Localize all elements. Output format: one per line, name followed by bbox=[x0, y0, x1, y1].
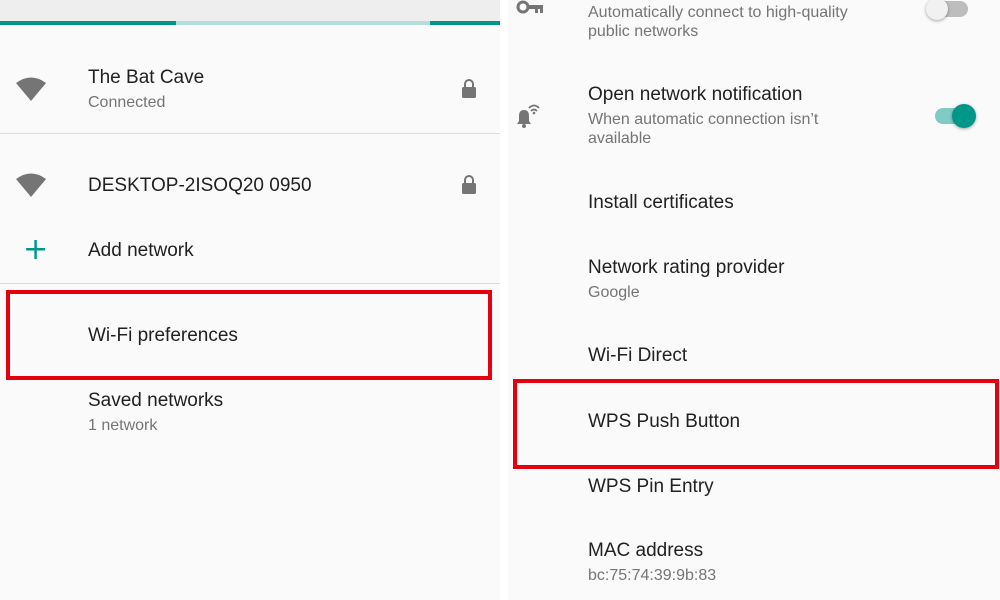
network-status: Connected bbox=[88, 94, 166, 111]
open-network-notification-title: Open network notification bbox=[588, 84, 803, 105]
network-item-desktop[interactable]: DESKTOP-2ISOQ20 0950 bbox=[0, 158, 500, 214]
wifi-toggle-bar bbox=[0, 0, 500, 22]
lock-icon bbox=[462, 79, 476, 98]
wifi-direct-item[interactable]: Wi-Fi Direct bbox=[508, 332, 1000, 380]
open-network-notification-description-1: When automatic connection isn’t bbox=[588, 111, 819, 128]
wps-pin-entry-item[interactable]: WPS Pin Entry bbox=[508, 466, 1000, 514]
add-network-label: Add network bbox=[88, 240, 194, 261]
key-icon bbox=[516, 0, 543, 14]
wps-pin-entry-label: WPS Pin Entry bbox=[588, 476, 714, 497]
network-name: DESKTOP-2ISOQ20 0950 bbox=[88, 175, 312, 196]
open-network-notification-item[interactable]: Open network notification When automatic… bbox=[508, 80, 1000, 154]
network-rating-provider-label: Network rating provider bbox=[588, 257, 785, 278]
mac-address-value: bc:75:74:39:9b:83 bbox=[588, 567, 717, 584]
saved-networks-count: 1 network bbox=[88, 417, 158, 434]
open-network-notification-toggle-thumb[interactable] bbox=[952, 104, 976, 128]
wifi-direct-label: Wi-Fi Direct bbox=[588, 345, 688, 366]
highlight-box bbox=[6, 290, 492, 380]
network-rating-provider-value: Google bbox=[588, 284, 640, 301]
saved-networks-label: Saved networks bbox=[88, 390, 224, 411]
open-network-notification-description-2: available bbox=[588, 130, 652, 147]
divider bbox=[0, 133, 500, 134]
wifi-icon bbox=[16, 77, 46, 101]
scan-progress-bar bbox=[0, 21, 500, 25]
highlight-box bbox=[513, 379, 999, 469]
install-certificates-item[interactable]: Install certificates bbox=[508, 178, 1000, 228]
network-item-bat-cave[interactable]: The Bat Cave Connected bbox=[0, 55, 500, 133]
add-network-button[interactable]: + Add network bbox=[0, 228, 500, 276]
auto-connect-toggle-thumb[interactable] bbox=[926, 0, 948, 20]
auto-connect-description-1: Automatically connect to high-quality bbox=[588, 4, 848, 21]
panel-separator bbox=[500, 0, 508, 600]
wifi-preferences-panel: Automatically connect to high-quality pu… bbox=[508, 0, 1000, 600]
progress-segment bbox=[0, 21, 176, 25]
mac-address-label: MAC address bbox=[588, 540, 704, 561]
mac-address-item: MAC address bc:75:74:39:9b:83 bbox=[508, 530, 1000, 594]
lock-icon bbox=[462, 175, 476, 194]
progress-segment bbox=[430, 21, 500, 25]
bell-wifi-icon bbox=[517, 104, 540, 128]
wifi-icon bbox=[16, 173, 46, 197]
auto-connect-description-2: public networks bbox=[588, 23, 699, 40]
divider bbox=[0, 283, 500, 284]
auto-connect-item[interactable]: Automatically connect to high-quality pu… bbox=[508, 0, 1000, 48]
plus-icon: + bbox=[23, 232, 49, 267]
network-rating-provider-item[interactable]: Network rating provider Google bbox=[508, 248, 1000, 310]
wifi-list-panel: The Bat Cave Connected DESKTOP-2ISOQ20 0… bbox=[0, 0, 500, 600]
network-name: The Bat Cave bbox=[88, 67, 205, 88]
saved-networks-item[interactable]: Saved networks 1 network bbox=[0, 380, 500, 444]
install-certificates-label: Install certificates bbox=[588, 192, 734, 213]
